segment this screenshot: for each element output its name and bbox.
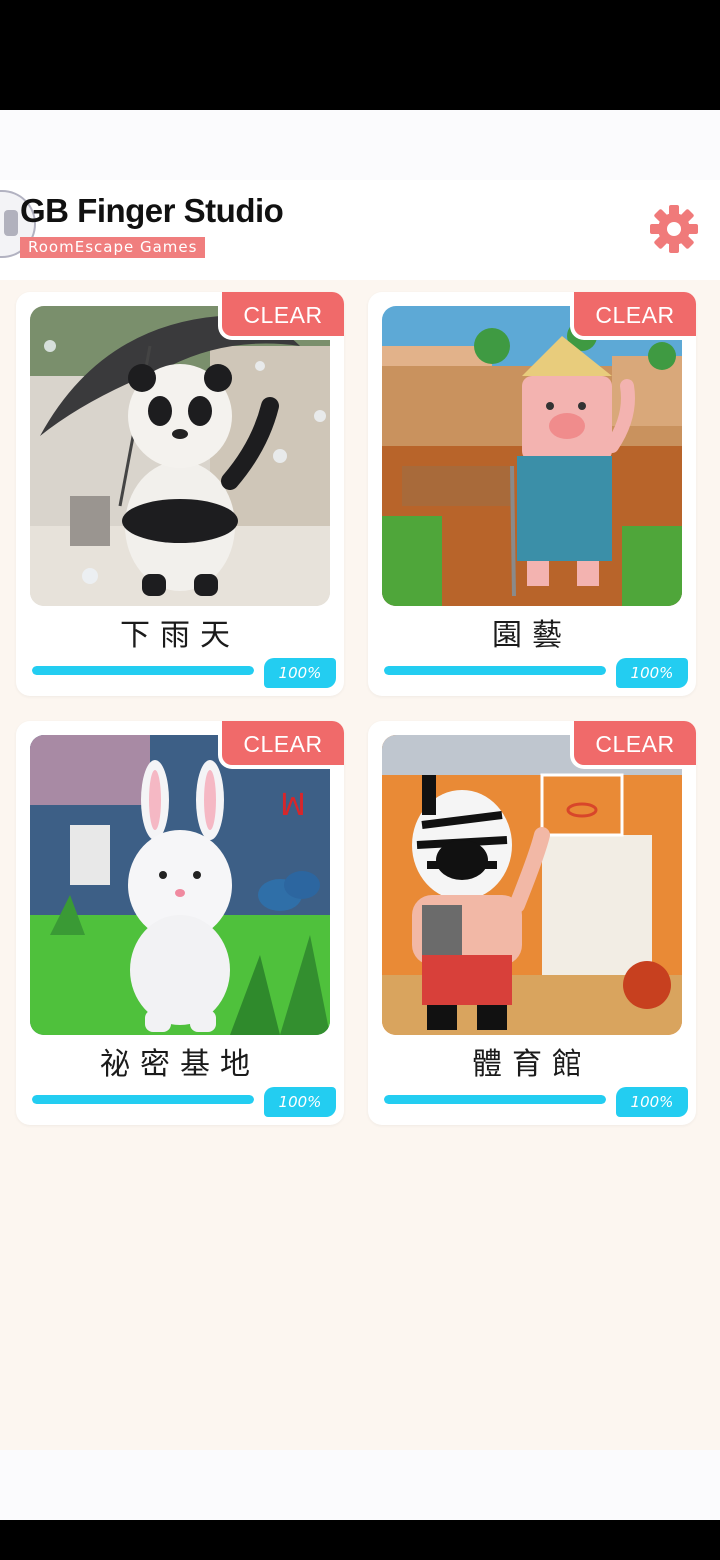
progress-percent-badge: 100% (264, 1087, 336, 1117)
progress-percent-badge: 100% (264, 658, 336, 688)
stage-thumbnail-pig (382, 306, 682, 606)
stage-card-secret-base[interactable]: ꟽ CLEAR 祕密基地 100% (16, 721, 344, 1125)
stage-thumbnail-zebra (382, 735, 682, 1035)
stage-card-gymnasium[interactable]: CLEAR 體育館 100% (368, 721, 696, 1125)
progress-bar (384, 666, 606, 675)
bottom-spacer (0, 1450, 720, 1520)
stage-title: 園藝 (492, 618, 572, 653)
stage-card-gardening[interactable]: CLEAR 園藝 100% (368, 292, 696, 696)
studio-logo-title: GB Finger Studio (20, 192, 284, 229)
progress-percent-badge: 100% (616, 658, 688, 688)
studio-logo-subtitle: RoomEscape Games (20, 237, 206, 258)
svg-text:ꟽ: ꟽ (280, 788, 306, 823)
progress-bar (384, 1095, 606, 1104)
progress-percent-badge: 100% (616, 1087, 688, 1117)
clear-badge: CLEAR (218, 292, 344, 340)
system-nav-bar (0, 1520, 720, 1560)
progress-bar (32, 1095, 254, 1104)
status-bar (0, 0, 720, 110)
clear-badge: CLEAR (218, 721, 344, 769)
stage-thumbnail-rabbit: ꟽ (30, 735, 330, 1035)
stage-title: 祕密基地 (100, 1047, 260, 1082)
progress-bar (32, 666, 254, 675)
stage-title: 下雨天 (120, 618, 240, 653)
stage-title: 體育館 (472, 1047, 592, 1082)
stage-card-rainy-day[interactable]: CLEAR 下雨天 100% (16, 292, 344, 696)
clear-badge: CLEAR (570, 721, 696, 769)
stage-thumbnail-panda (30, 306, 330, 606)
top-spacer (0, 110, 720, 180)
clear-badge: CLEAR (570, 292, 696, 340)
gear-icon[interactable] (648, 203, 700, 255)
